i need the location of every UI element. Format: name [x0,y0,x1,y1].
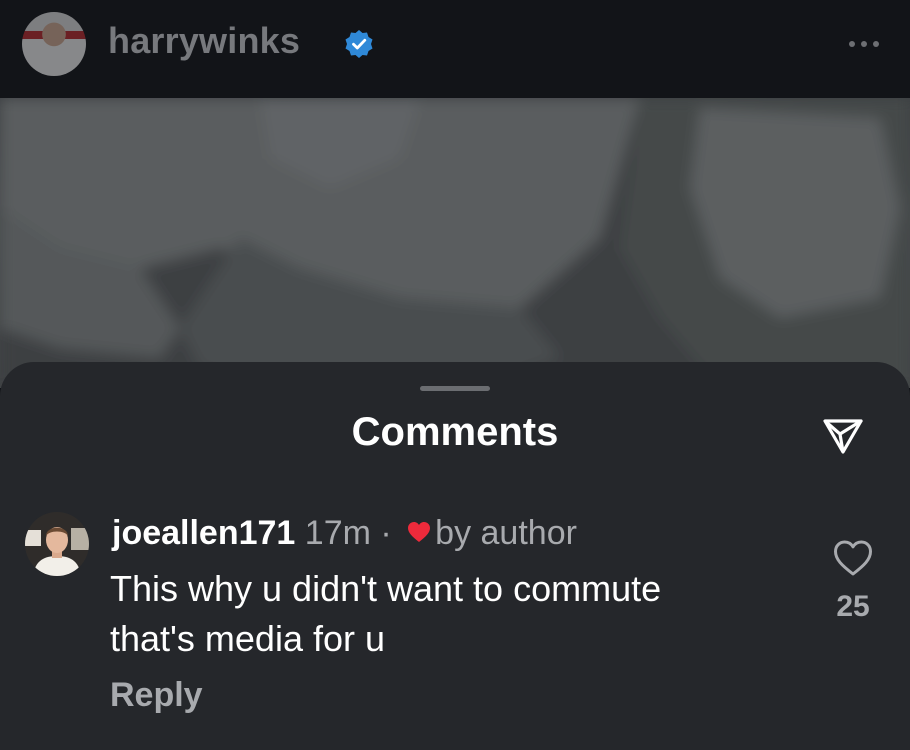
meta-separator: · [380,514,392,552]
post-media-image [0,98,910,388]
comments-title: Comments [351,410,559,454]
comment-meta: joeallen171 17m · by author [112,512,577,554]
sheet-drag-handle[interactable] [420,386,490,391]
send-icon[interactable] [820,412,866,458]
commenter-username[interactable]: joeallen171 [112,514,295,552]
heart-icon [408,522,431,543]
reply-button[interactable]: Reply [110,676,203,715]
more-horizontal-icon[interactable] [846,38,882,50]
profile-avatar[interactable] [22,12,86,76]
comment-text: This why u didn't want to commute that's… [110,564,800,664]
post-header: harrywinks [0,0,910,98]
like-count: 25 [836,590,870,623]
comment-text-line-2: that's media for u [110,618,386,659]
liked-by-author-label: by author [435,514,577,552]
commenter-avatar[interactable] [25,512,89,576]
comments-sheet: Comments joeallen171 17m · by author Thi… [0,362,910,750]
post-username[interactable]: harrywinks [108,20,300,62]
comment-text-line-1: This why u didn't want to commute [110,568,662,609]
verified-badge-icon [345,30,373,58]
heart-outline-icon[interactable] [832,538,874,578]
comment-timestamp: 17m [304,514,371,552]
